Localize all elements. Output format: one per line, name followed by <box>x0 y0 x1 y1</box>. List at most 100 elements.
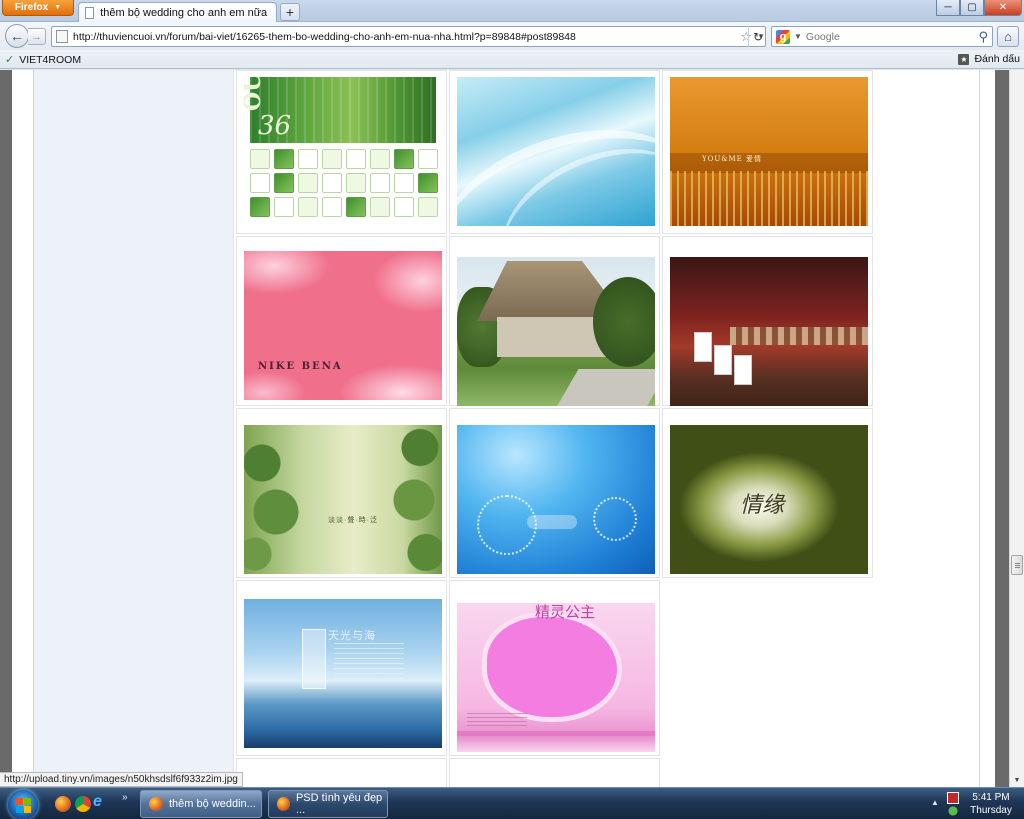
home-icon: ⌂ <box>1004 29 1012 44</box>
thumbnail-red-theater[interactable] <box>670 257 868 406</box>
bookmarks-icon: ★ <box>958 53 970 65</box>
thumb-text-nature: 淡淡·聲·時·泛 <box>328 517 378 524</box>
url-text[interactable]: http://thuviencuoi.vn/forum/bai-viet/162… <box>73 31 735 43</box>
windows-taskbar: e » thêm bộ weddin... PSD tình yêu đẹp .… <box>0 787 1024 819</box>
bookmarks-menu-label: Đánh dấu <box>974 53 1020 65</box>
site-identity-icon[interactable] <box>56 30 68 43</box>
clock-day: Thursday <box>970 805 1012 816</box>
search-input[interactable] <box>805 30 975 43</box>
close-button[interactable]: ✕ <box>984 0 1022 16</box>
scrollbar-thumb[interactable] <box>1011 555 1023 575</box>
home-button[interactable]: ⌂ <box>997 26 1019 47</box>
firefox-menu-button[interactable]: Firefox ▼ <box>2 0 74 16</box>
thumbnail-cottage[interactable] <box>457 257 655 406</box>
thumbnail-orange-wheat[interactable]: YOU&ME 爱情 <box>670 77 868 226</box>
firefox-icon <box>277 797 290 811</box>
gallery-cell[interactable] <box>236 758 447 787</box>
thumb-text-signature: 情缘 <box>740 493 785 518</box>
network-icon[interactable] <box>947 806 959 816</box>
gallery-cell[interactable]: NIKE BENA <box>236 236 447 406</box>
internet-explorer-icon[interactable]: e <box>93 793 109 810</box>
title-bar: Firefox ▼ thêm bộ wedding cho anh em nữa… <box>0 0 1024 22</box>
maximize-button[interactable]: ▢ <box>960 0 984 16</box>
thumbnail-green-calendar[interactable]: OUR 36 <box>244 77 442 226</box>
taskbar-item-psd[interactable]: PSD tình yêu đẹp ... <box>268 790 388 818</box>
thumbnail-blue-swirl[interactable] <box>457 77 655 226</box>
arrow-left-icon: ← <box>10 28 24 44</box>
circle-frame <box>593 497 637 541</box>
system-clock[interactable]: 5:41 PM Thursday <box>966 791 1016 817</box>
gallery-cell[interactable]: 天光与海 <box>236 580 447 756</box>
vertical-scrollbar[interactable]: ▼ <box>1009 70 1024 787</box>
gallery-cell[interactable]: 精灵公主 <box>449 580 660 756</box>
firefox-icon[interactable] <box>55 796 71 812</box>
page-icon <box>85 6 95 19</box>
gallery-cell[interactable] <box>449 758 660 787</box>
tree-shape <box>593 277 655 367</box>
page-right-edge <box>995 70 1009 787</box>
status-bar: http://upload.tiny.vn/images/n50khsdslf6… <box>0 772 243 787</box>
search-icon[interactable]: ⚲ <box>978 29 988 45</box>
film-strip <box>730 327 868 345</box>
google-icon[interactable]: g <box>776 29 790 44</box>
thumb-text-pink: NIKE BENA <box>258 361 343 372</box>
chevron-down-icon: ▼ <box>54 4 62 11</box>
scroll-down-icon[interactable]: ▼ <box>1010 773 1024 787</box>
gallery-cell[interactable]: OUR 36 <box>236 70 447 234</box>
thumbnail-pink-princess[interactable]: 精灵公主 <box>457 603 655 752</box>
search-bar[interactable]: g ▼ ⚲ <box>771 26 993 47</box>
firefox-menu-label: Firefox <box>14 2 49 13</box>
gallery-cell[interactable]: 情缘 <box>662 408 873 578</box>
search-engine-dropdown-icon[interactable]: ▼ <box>794 32 802 41</box>
text-lines <box>334 643 404 683</box>
wheat-field <box>670 171 868 226</box>
thumb-text-number: 36 <box>258 111 292 141</box>
gallery-cell[interactable] <box>662 236 873 406</box>
taskbar-item-label: PSD tình yêu đẹp ... <box>295 792 383 816</box>
windows-logo-icon <box>16 798 31 813</box>
reload-icon: ↻ <box>752 29 764 44</box>
thumbnail-blue-stars[interactable] <box>457 425 655 574</box>
path-shape <box>555 369 655 406</box>
tab-active[interactable]: thêm bộ wedding cho anh em nữa nha <box>78 2 277 22</box>
thumbnail-pink-floral[interactable]: NIKE BENA <box>244 251 442 400</box>
text-band <box>670 153 868 173</box>
title-tag <box>527 515 577 529</box>
taskbar-item-label: thêm bộ weddin... <box>169 798 256 810</box>
thumbnail-green-lotus[interactable]: 淡淡·聲·時·泛 <box>244 425 442 574</box>
clock-time: 5:41 PM <box>972 792 1010 803</box>
bottom-band <box>457 731 655 736</box>
thumb-text-youme: YOU&ME 爱情 <box>702 155 762 163</box>
status-url: http://upload.tiny.vn/images/n50khsdslf6… <box>4 774 238 785</box>
gallery-cell[interactable] <box>449 408 660 578</box>
show-hidden-icons[interactable]: ▲ <box>931 798 939 807</box>
thumbnail-ocean[interactable]: 天光与海 <box>244 599 442 748</box>
chrome-icon[interactable] <box>75 796 91 812</box>
gallery-cell[interactable] <box>449 70 660 234</box>
photo-card <box>714 345 732 375</box>
thumb-text-pink-title: 精灵公主 <box>535 603 596 621</box>
navigation-toolbar: ← → http://thuviencuoi.vn/forum/bai-viet… <box>0 22 1024 50</box>
minimize-button[interactable]: ─ <box>936 0 960 16</box>
gallery-cell[interactable]: YOU&ME 爱情 <box>662 70 873 234</box>
new-tab-button[interactable]: + <box>280 3 300 21</box>
quicklaunch-more[interactable]: » <box>122 792 128 803</box>
reload-button[interactable]: ↻ <box>748 26 767 47</box>
bookmark-viet4room[interactable]: ✓ VIET4ROOM <box>5 53 81 67</box>
gallery-cell[interactable] <box>449 236 660 406</box>
taskbar-item-firefox[interactable]: thêm bộ weddin... <box>140 790 262 818</box>
tab-title: thêm bộ wedding cho anh em nữa nha <box>100 6 270 19</box>
action-center-icon[interactable] <box>947 792 959 804</box>
bookmarks-menu-button[interactable]: ★ Đánh dấu <box>958 53 1020 65</box>
thumbnail-olive-vignette[interactable]: 情缘 <box>670 425 868 574</box>
pink-frame <box>487 617 617 717</box>
page-right-margin <box>979 70 995 787</box>
post-author-column <box>34 70 234 787</box>
start-button[interactable] <box>8 790 38 819</box>
text-lines <box>467 713 527 727</box>
back-button[interactable]: ← <box>5 24 29 48</box>
gallery-cell[interactable]: 淡淡·聲·時·泛 <box>236 408 447 578</box>
forward-button[interactable]: → <box>28 28 46 45</box>
address-bar[interactable]: http://thuviencuoi.vn/forum/bai-viet/162… <box>51 26 766 47</box>
page-left-margin <box>12 70 34 787</box>
